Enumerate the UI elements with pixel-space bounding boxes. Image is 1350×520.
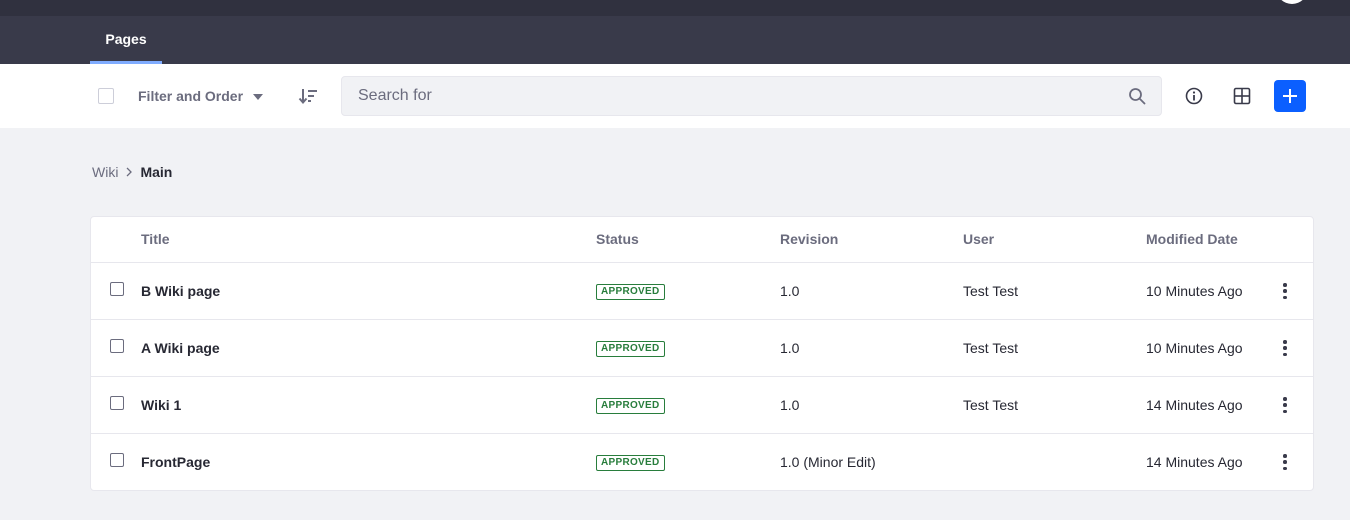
row-title[interactable]: B Wiki page — [141, 283, 220, 299]
row-user: Test Test — [963, 283, 1018, 299]
row-actions-kebab-icon[interactable] — [1277, 339, 1293, 357]
status-badge: APPROVED — [596, 341, 665, 357]
add-page-button[interactable] — [1274, 80, 1306, 112]
sort-order-button[interactable] — [298, 86, 320, 106]
table-row[interactable]: FrontPage APPROVED 1.0 (Minor Edit) 14 M… — [91, 434, 1313, 491]
select-all-checkbox[interactable] — [98, 88, 114, 104]
row-title[interactable]: FrontPage — [141, 454, 210, 470]
row-user: Test Test — [963, 397, 1018, 413]
row-user: Test Test — [963, 340, 1018, 356]
row-checkbox[interactable] — [110, 282, 124, 296]
breadcrumb-wiki[interactable]: Wiki — [92, 164, 118, 180]
column-revision: Revision — [780, 231, 839, 247]
row-modified-date: 14 Minutes Ago — [1146, 454, 1243, 470]
management-toolbar: Filter and Order — [0, 64, 1350, 128]
row-modified-date: 10 Minutes Ago — [1146, 340, 1243, 356]
wiki-pages-table: Title Status Revision User Modified Date… — [90, 216, 1314, 491]
row-modified-date: 10 Minutes Ago — [1146, 283, 1243, 299]
row-checkbox[interactable] — [110, 453, 124, 467]
filter-and-order-button[interactable]: Filter and Order — [138, 84, 264, 108]
table-row[interactable]: A Wiki page APPROVED 1.0 Test Test 10 Mi… — [91, 320, 1313, 377]
status-badge: APPROVED — [596, 398, 665, 414]
row-actions-kebab-icon[interactable] — [1277, 396, 1293, 414]
search-icon[interactable] — [1128, 87, 1146, 105]
row-checkbox[interactable] — [110, 396, 124, 410]
row-title[interactable]: Wiki 1 — [141, 397, 181, 413]
row-revision: 1.0 — [780, 340, 800, 356]
column-status: Status — [596, 231, 639, 247]
status-badge: APPROVED — [596, 455, 665, 471]
table-row[interactable]: B Wiki page APPROVED 1.0 Test Test 10 Mi… — [91, 263, 1313, 320]
caret-down-icon — [253, 93, 264, 100]
tab-pages-label: Pages — [105, 31, 147, 47]
row-title[interactable]: A Wiki page — [141, 340, 220, 356]
plus-icon — [1283, 89, 1297, 103]
search-box — [341, 76, 1162, 116]
row-actions-kebab-icon[interactable] — [1277, 453, 1293, 471]
sort-order-icon — [298, 89, 317, 105]
table-row[interactable]: Wiki 1 APPROVED 1.0 Test Test 14 Minutes… — [91, 377, 1313, 434]
info-icon[interactable] — [1184, 86, 1204, 106]
column-title: Title — [141, 231, 170, 247]
row-revision: 1.0 (Minor Edit) — [780, 454, 876, 470]
column-user: User — [963, 231, 995, 247]
breadcrumb: Wiki Main — [92, 163, 172, 181]
status-badge: APPROVED — [596, 284, 665, 300]
column-modified-date: Modified Date — [1146, 231, 1238, 247]
breadcrumb-main: Main — [140, 164, 173, 180]
grid-view-icon[interactable] — [1232, 86, 1252, 106]
table-header: Title Status Revision User Modified Date — [91, 217, 1313, 263]
row-actions-kebab-icon[interactable] — [1277, 282, 1293, 300]
row-checkbox[interactable] — [110, 339, 124, 353]
top-bar — [0, 0, 1350, 16]
user-avatar[interactable] — [1276, 0, 1308, 4]
row-modified-date: 14 Minutes Ago — [1146, 397, 1243, 413]
nav-bar: Pages — [0, 16, 1350, 64]
chevron-right-icon — [118, 163, 140, 181]
search-input[interactable] — [342, 77, 1112, 115]
filter-and-order-label: Filter and Order — [138, 88, 244, 104]
tab-pages[interactable]: Pages — [90, 16, 162, 64]
row-revision: 1.0 — [780, 283, 800, 299]
row-revision: 1.0 — [780, 397, 800, 413]
